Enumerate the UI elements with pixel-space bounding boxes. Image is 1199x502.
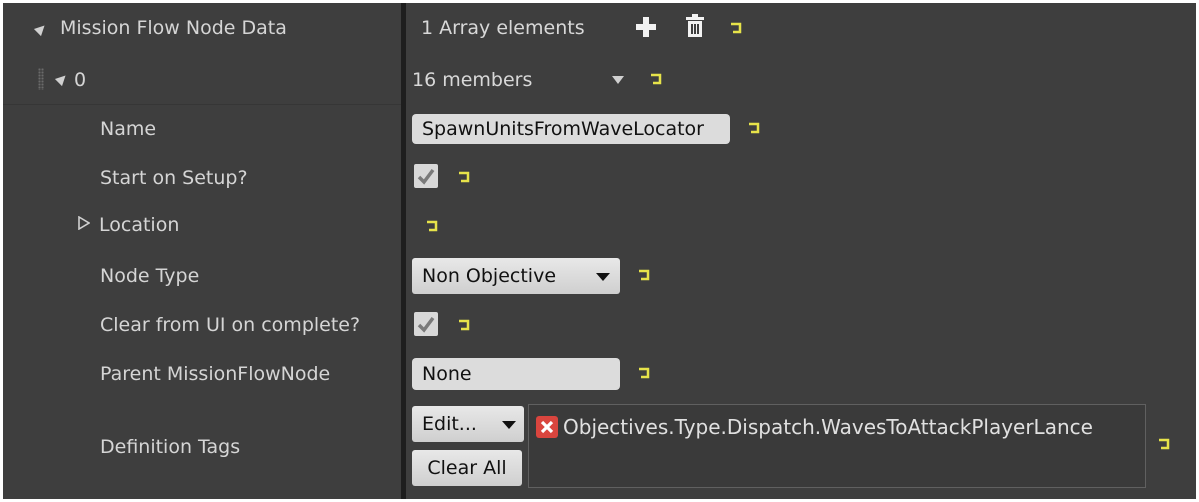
- array-element-index: 0: [74, 69, 87, 91]
- array-property-label: Mission Flow Node Data: [60, 17, 287, 39]
- remove-tag-button[interactable]: [536, 416, 558, 438]
- parent-node-label: Parent MissionFlowNode: [100, 363, 331, 385]
- reset-to-default-icon[interactable]: [638, 268, 652, 282]
- drag-handle[interactable]: [38, 68, 44, 90]
- reset-to-default-icon[interactable]: [1158, 437, 1172, 451]
- x-icon: [540, 420, 554, 434]
- struct-member-count: 16 members: [412, 69, 533, 91]
- node-type-value: Non Objective: [422, 265, 557, 287]
- edit-tags-dropdown[interactable]: Edit...: [412, 406, 524, 442]
- array-count: 1 Array elements: [421, 17, 585, 39]
- collapsed-arrow-icon[interactable]: [78, 216, 90, 230]
- parent-node-field[interactable]: None: [412, 358, 620, 390]
- reset-to-default-icon[interactable]: [748, 121, 762, 135]
- trash-icon[interactable]: [684, 14, 706, 38]
- chevron-down-icon: [502, 421, 516, 429]
- tag-item: Objectives.Type.Dispatch.WavesToAttackPl…: [563, 415, 1093, 439]
- name-label: Name: [100, 118, 157, 140]
- reset-to-default-icon[interactable]: [638, 366, 652, 380]
- chevron-down-icon[interactable]: [612, 76, 624, 84]
- start-on-setup-checkbox[interactable]: [414, 164, 438, 188]
- clear-all-button[interactable]: Clear All: [412, 450, 522, 486]
- details-panel: Mission Flow Node Data 1 Array elements …: [0, 0, 1199, 502]
- definition-tags-label: Definition Tags: [100, 436, 241, 458]
- reset-to-default-icon[interactable]: [458, 318, 472, 332]
- clear-from-ui-checkbox[interactable]: [414, 312, 438, 336]
- clear-from-ui-label: Clear from UI on complete?: [100, 314, 361, 336]
- plus-icon[interactable]: [635, 16, 657, 38]
- location-label: Location: [99, 214, 180, 236]
- reset-to-default-icon[interactable]: [650, 72, 664, 86]
- node-type-dropdown[interactable]: Non Objective: [412, 258, 620, 294]
- start-on-setup-label: Start on Setup?: [100, 167, 248, 189]
- reset-to-default-icon[interactable]: [426, 219, 440, 233]
- edit-tags-label: Edit...: [422, 413, 477, 435]
- chevron-down-icon: [596, 273, 610, 281]
- reset-to-default-icon[interactable]: [730, 21, 744, 35]
- row-separator: [3, 104, 401, 105]
- node-type-label: Node Type: [100, 265, 200, 287]
- reset-to-default-icon[interactable]: [458, 170, 472, 184]
- checkmark-icon: [417, 168, 435, 185]
- checkmark-icon: [417, 316, 435, 333]
- name-field[interactable]: SpawnUnitsFromWaveLocator: [412, 114, 730, 144]
